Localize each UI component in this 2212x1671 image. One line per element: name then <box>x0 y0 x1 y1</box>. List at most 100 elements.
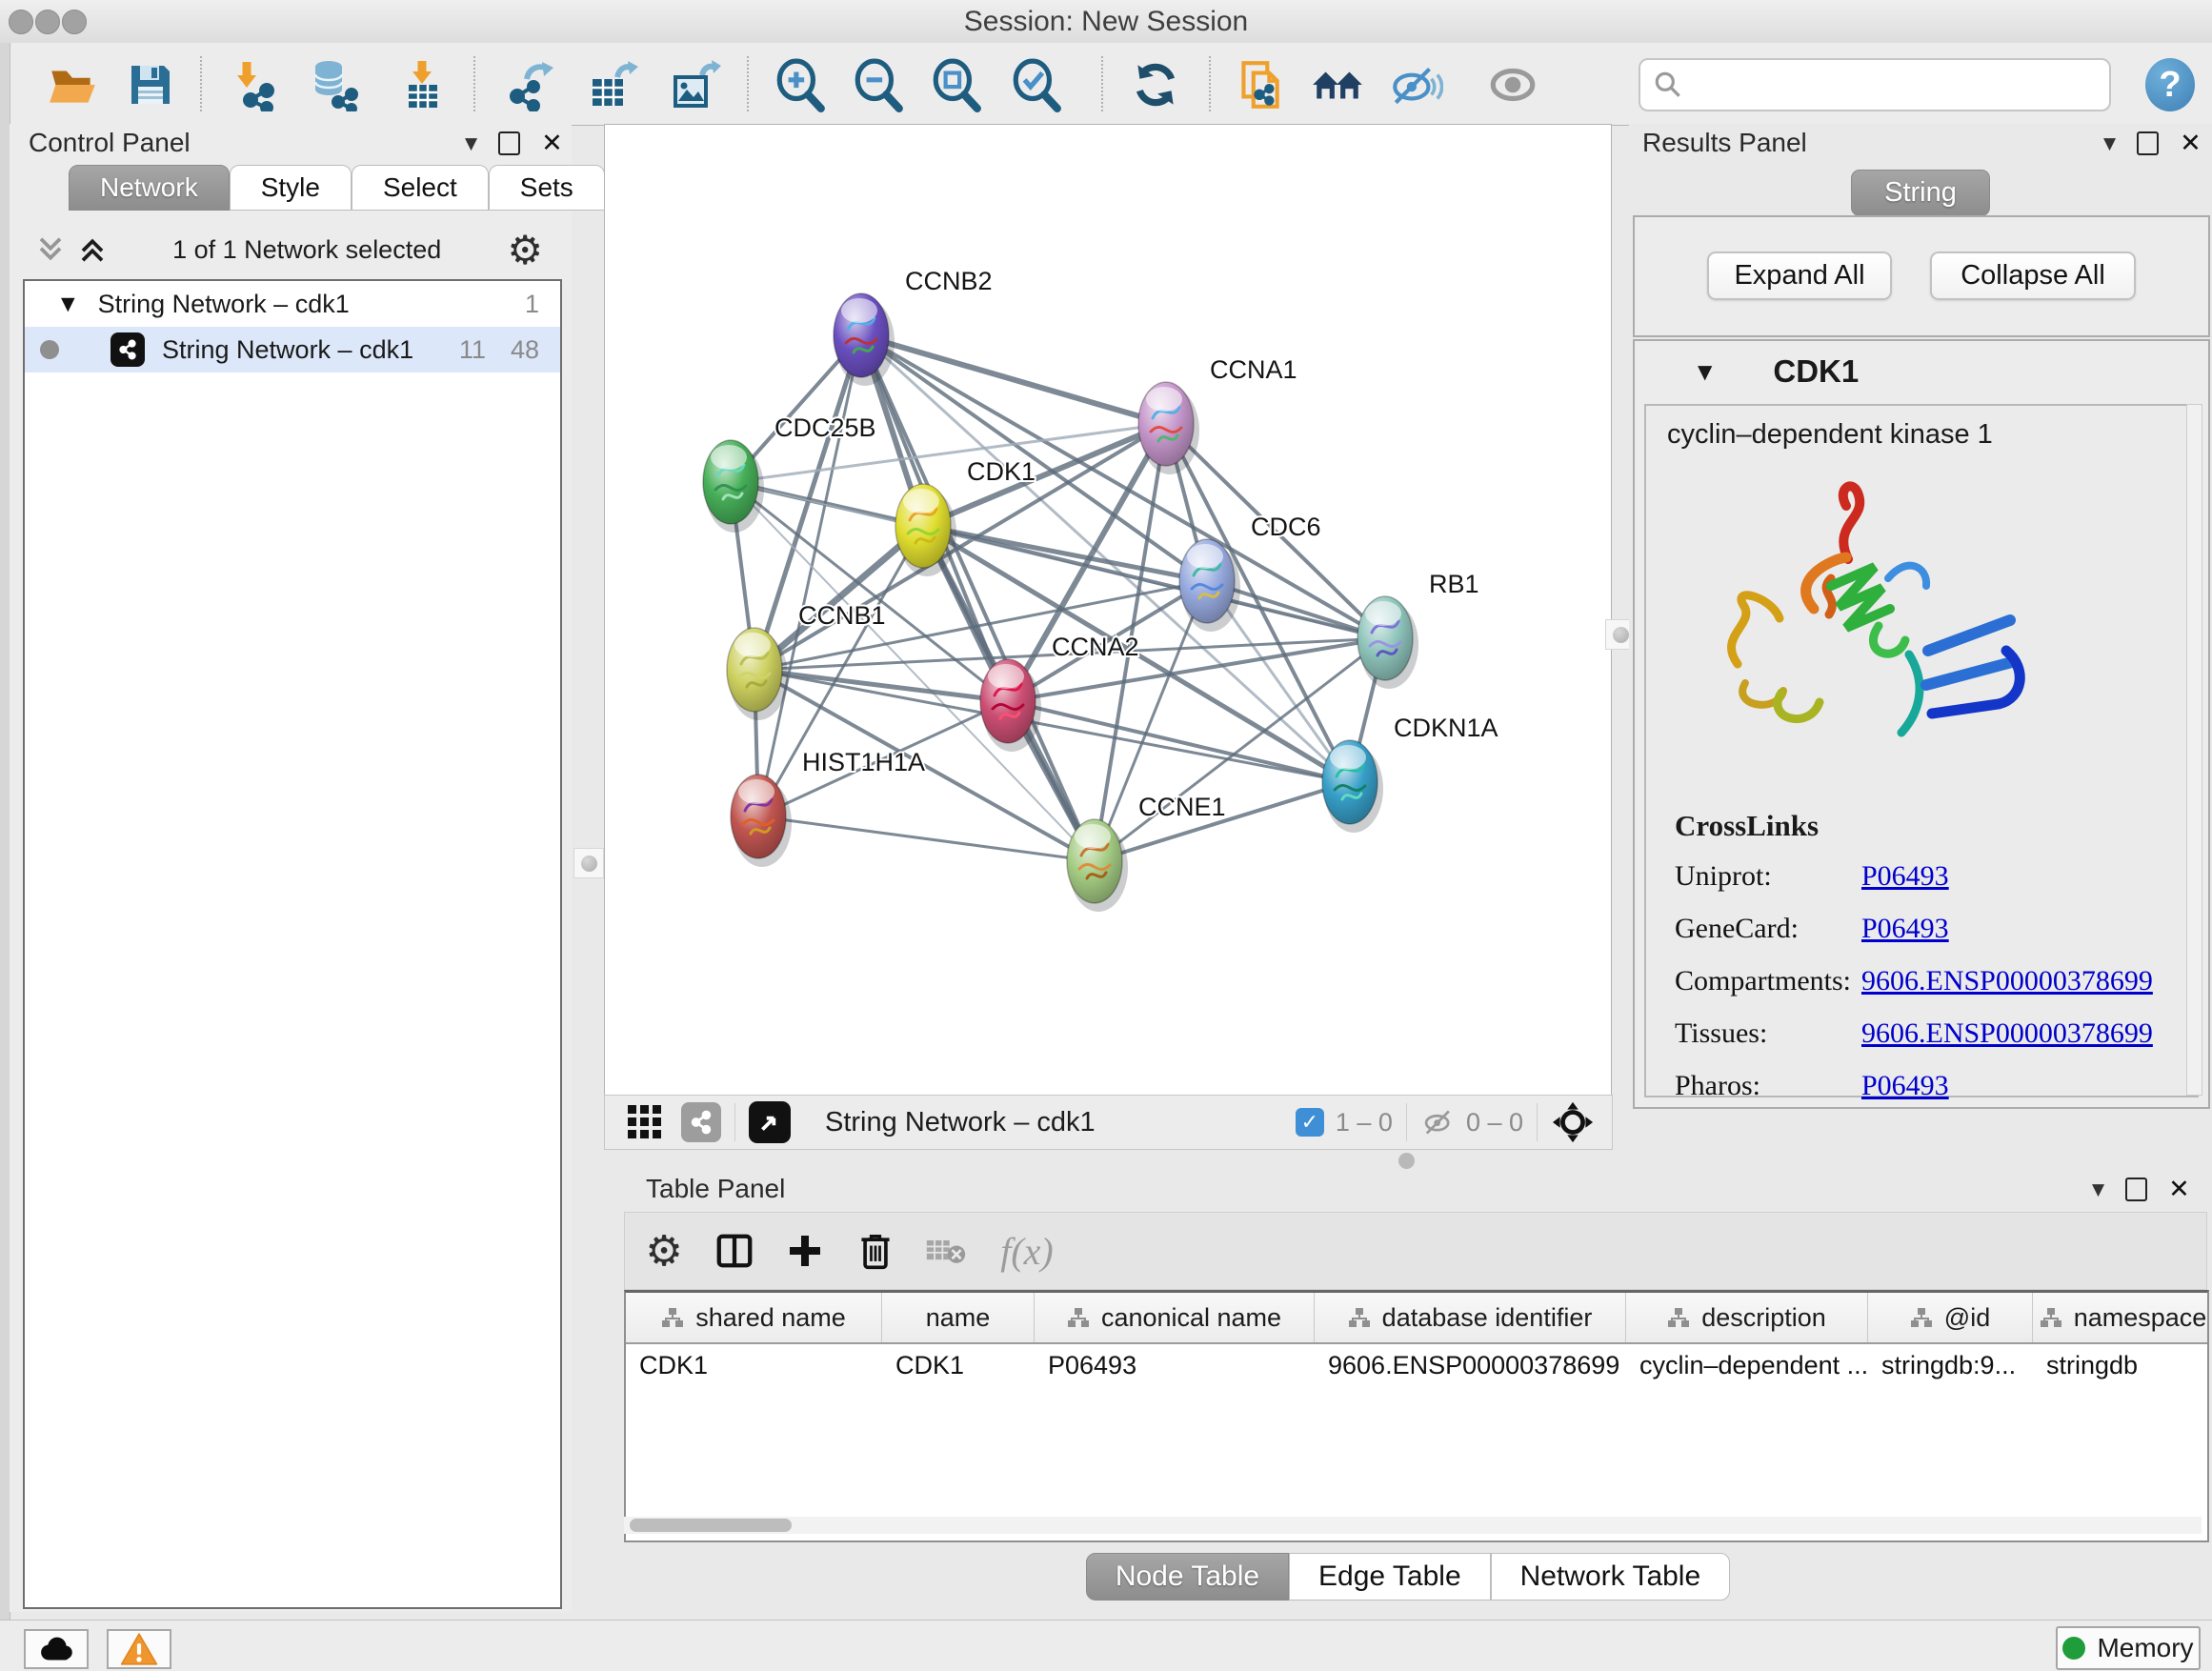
collapse-all-icon[interactable] <box>36 235 65 264</box>
function-builder-icon[interactable]: f(x) <box>981 1229 1073 1274</box>
tab-style[interactable]: Style <box>230 165 352 211</box>
network-edge-HIST1H1A-CCNE1[interactable] <box>758 816 1095 861</box>
table-settings-gear-icon[interactable]: ⚙ <box>629 1227 699 1276</box>
grid-view-icon[interactable] <box>626 1103 664 1141</box>
table-cell[interactable]: 9606.ENSP00000378699 <box>1315 1344 1626 1386</box>
expand-all-icon[interactable] <box>78 235 107 264</box>
table-horizontal-scrollbar[interactable] <box>624 1517 2202 1534</box>
zoom-out-button[interactable] <box>848 54 909 115</box>
network-view-icon[interactable] <box>681 1102 721 1142</box>
delete-table-icon[interactable] <box>911 1235 981 1267</box>
network-canvas[interactable]: CCNB2CCNA1CDC25BCDK1CDC6RB1CCNB1CCNA2CDK… <box>604 124 1612 1096</box>
column-header-database-identifier[interactable]: database identifier <box>1315 1293 1626 1342</box>
panel-menu-icon[interactable]: ▼ <box>2103 134 2116 153</box>
export-table-button[interactable] <box>581 54 642 115</box>
network-edge-CCNB2-CCNA1[interactable] <box>861 335 1166 424</box>
network-node-CDK1[interactable] <box>895 484 956 576</box>
pan-crosshair-icon[interactable] <box>1551 1100 1595 1144</box>
zoom-selected-button[interactable] <box>1006 54 1067 115</box>
collapse-all-button[interactable]: Collapse All <box>1930 252 2136 300</box>
entry-collapse-icon[interactable]: ▼ <box>1698 360 1712 383</box>
column-header--id[interactable]: @id <box>1868 1293 2033 1342</box>
node-entry-header[interactable]: ▼ CDK1 <box>1635 341 2208 402</box>
delete-column-icon[interactable] <box>840 1231 911 1271</box>
help-button[interactable]: ? <box>2140 54 2201 115</box>
tab-sets[interactable]: Sets <box>489 165 605 211</box>
network-edge-CCNB1-CCNA2[interactable] <box>754 670 1008 701</box>
network-edge-CCNB2-HIST1H1A[interactable] <box>758 335 861 816</box>
search-box[interactable] <box>1639 58 2111 111</box>
warnings-button[interactable] <box>107 1629 171 1669</box>
column-header-description[interactable]: description <box>1626 1293 1868 1342</box>
network-node-CCNB2[interactable] <box>834 293 895 386</box>
table-cell[interactable]: CDK1 <box>882 1344 1035 1386</box>
add-column-icon[interactable] <box>770 1232 840 1270</box>
scrollbar-thumb[interactable] <box>630 1519 792 1532</box>
search-input[interactable] <box>1692 70 2101 101</box>
table-cell[interactable]: stringdb:9... <box>1868 1344 2033 1386</box>
import-network-from-database-button[interactable] <box>304 54 365 115</box>
table-cell[interactable]: stringdb <box>2033 1344 2212 1386</box>
network-node-CCNB1[interactable] <box>727 628 788 720</box>
network-node-RB1[interactable] <box>1357 596 1418 689</box>
cloud-button[interactable] <box>24 1629 89 1669</box>
expand-all-button[interactable]: Expand All <box>1707 252 1892 300</box>
column-header-canonical-name[interactable]: canonical name <box>1035 1293 1315 1342</box>
results-scrollbar[interactable] <box>2186 404 2202 1096</box>
crosslink-link[interactable]: P06493 <box>1861 860 1949 893</box>
selected-checkbox-icon[interactable]: ✓ <box>1296 1108 1324 1137</box>
tab-network[interactable]: Network <box>69 165 230 211</box>
crosslink-link[interactable]: P06493 <box>1861 1070 1949 1102</box>
column-header-name[interactable]: name <box>882 1293 1035 1342</box>
panel-close-icon[interactable]: ✕ <box>2180 134 2202 153</box>
tab-edge-table[interactable]: Edge Table <box>1289 1553 1491 1601</box>
network-edge-CCNA2-CDKN1A[interactable] <box>1008 701 1350 782</box>
apply-layout-button[interactable] <box>1125 54 1186 115</box>
tab-select[interactable]: Select <box>352 165 489 211</box>
left-splitter-handle[interactable] <box>573 848 604 878</box>
export-network-button[interactable] <box>498 54 559 115</box>
network-node-CCNA2[interactable] <box>980 659 1041 752</box>
memory-button[interactable]: Memory <box>2056 1626 2201 1670</box>
network-options-gear-icon[interactable]: ⚙ <box>507 227 543 273</box>
network-node-HIST1H1A[interactable] <box>731 775 792 867</box>
show-columns-icon[interactable] <box>699 1231 770 1271</box>
panel-menu-icon[interactable]: ▼ <box>465 134 477 153</box>
network-edge-CCNB2-CCNE1[interactable] <box>861 335 1095 861</box>
save-session-button[interactable] <box>120 54 181 115</box>
panel-menu-icon[interactable]: ▼ <box>2092 1180 2104 1199</box>
eye-disabled-button[interactable] <box>1482 54 1543 115</box>
panel-float-icon[interactable] <box>498 131 520 155</box>
zoom-in-button[interactable] <box>770 54 831 115</box>
crosslink-link[interactable]: 9606.ENSP00000378699 <box>1861 965 2153 997</box>
tab-network-table[interactable]: Network Table <box>1491 1553 1731 1601</box>
tab-string[interactable]: String <box>1851 170 1990 216</box>
network-node-CDKN1A[interactable] <box>1322 740 1383 833</box>
column-header-shared-name[interactable]: shared name <box>626 1293 882 1342</box>
export-image-button[interactable] <box>664 54 725 115</box>
birds-eye-view-icon[interactable] <box>749 1101 791 1143</box>
tab-node-table[interactable]: Node Table <box>1086 1553 1289 1601</box>
network-edge-CCNB2-RB1[interactable] <box>861 335 1385 638</box>
table-cell[interactable]: cyclin–dependent ... <box>1626 1344 1868 1386</box>
panel-close-icon[interactable]: ✕ <box>2168 1180 2190 1199</box>
crosslink-link[interactable]: 9606.ENSP00000378699 <box>1861 1017 2153 1050</box>
first-neighbors-button[interactable] <box>1307 54 1368 115</box>
column-header-namespace[interactable]: namespace <box>2033 1293 2212 1342</box>
network-node-CCNE1[interactable] <box>1067 819 1128 912</box>
new-network-from-selection-button[interactable] <box>1229 54 1290 115</box>
table-cell[interactable]: CDK1 <box>626 1344 882 1386</box>
collection-expand-icon[interactable]: ▼ <box>61 293 75 314</box>
import-table-from-file-button[interactable] <box>392 54 452 115</box>
crosslink-link[interactable]: P06493 <box>1861 913 1949 945</box>
panel-float-icon[interactable] <box>2125 1178 2147 1201</box>
network-collection-row[interactable]: ▼ String Network – cdk1 1 <box>25 281 560 327</box>
open-session-button[interactable] <box>43 54 104 115</box>
show-hide-button[interactable] <box>1385 54 1446 115</box>
import-network-from-file-button[interactable] <box>226 54 287 115</box>
horizontal-splitter-handle[interactable] <box>1398 1153 1415 1169</box>
network-row-selected[interactable]: String Network – cdk1 11 48 <box>25 327 560 372</box>
table-cell[interactable]: P06493 <box>1035 1344 1315 1386</box>
zoom-fit-button[interactable] <box>926 54 987 115</box>
panel-close-icon[interactable]: ✕ <box>541 134 563 153</box>
